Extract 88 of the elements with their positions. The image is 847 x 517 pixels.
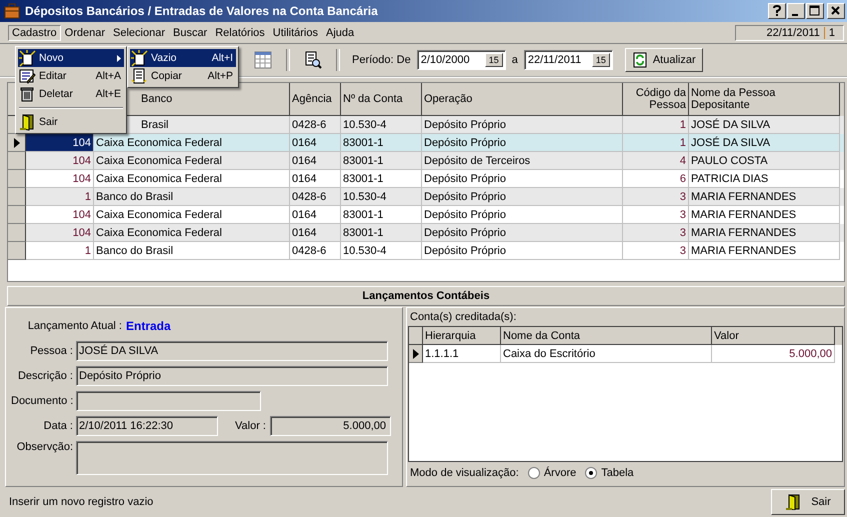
menu-item[interactable]: Selecionar xyxy=(109,24,169,40)
session-text: 1 xyxy=(828,26,835,38)
radio-button[interactable] xyxy=(585,467,598,479)
text-field[interactable] xyxy=(76,391,261,411)
period-label: Período: De xyxy=(352,54,411,66)
date-field[interactable]: 2/10/2000 15 xyxy=(416,50,506,70)
row-pointer-icon xyxy=(14,138,20,148)
table-row[interactable]: 104 Caixa Economica Federal 0164 83001-1 Depósito Próprio 3 MARIA FERNANDES xyxy=(8,224,844,242)
field-label: Documento : xyxy=(11,395,74,407)
edit-page-icon xyxy=(19,68,36,84)
sparkle-page-icon xyxy=(19,50,36,66)
briefcase-icon xyxy=(4,3,20,19)
table-cell: Caixa do Escritório xyxy=(501,345,712,363)
row-header[interactable] xyxy=(409,345,423,363)
row-header[interactable] xyxy=(8,188,26,206)
text-field[interactable]: JOSÉ DA SILVA xyxy=(76,341,388,361)
page-icon xyxy=(131,68,148,84)
menu-item[interactable]: Vazio Alt+I xyxy=(130,49,236,67)
field-label: Lançamento Atual : xyxy=(26,320,122,332)
table-cell: 10.530-4 xyxy=(341,242,422,260)
close-button[interactable] xyxy=(827,3,845,19)
radio-label[interactable]: Árvore xyxy=(544,467,576,479)
table-cell: 1 xyxy=(26,242,94,260)
table-cell: 0428-6 xyxy=(290,242,341,260)
window-title: Dépositos Bancários / Entradas de Valores na Conta Bancária xyxy=(25,4,379,18)
refresh-icon xyxy=(632,52,648,68)
menu-item[interactable]: Relatórios xyxy=(211,24,269,40)
row-header[interactable] xyxy=(8,242,26,260)
row-pointer-icon xyxy=(412,348,418,358)
date-text: 22/11/2011 xyxy=(766,26,820,38)
to-label: a xyxy=(512,54,518,66)
field-label: Pessoa : xyxy=(29,345,74,357)
exit-button[interactable]: Sair xyxy=(771,489,845,515)
sparkle-page-icon xyxy=(131,50,148,66)
column-header[interactable]: Nome da Conta xyxy=(501,327,712,345)
menu-item[interactable]: Novo xyxy=(18,49,124,67)
table-cell: 3 xyxy=(623,242,689,260)
field-label: Data : xyxy=(42,420,74,432)
maximize-button[interactable] xyxy=(806,3,824,19)
menu-item[interactable]: Ordenar xyxy=(60,24,109,40)
section-title: Lançamentos Contábeis xyxy=(7,286,845,306)
menu-item[interactable]: Cadastro xyxy=(8,24,61,40)
entry-type: Entrada xyxy=(126,319,171,333)
table-cell: Depósito Próprio xyxy=(422,242,623,260)
minimize-button[interactable] xyxy=(787,3,805,19)
table-row[interactable]: 104 Caixa Economica Federal 0164 83001-1 Depósito de Terceiros 4 PAULO COSTA xyxy=(8,152,844,170)
table-cell: 104 xyxy=(26,134,94,152)
field-label: Valor : xyxy=(234,420,267,432)
column-header[interactable]: Hierarquia xyxy=(423,327,501,345)
text-field[interactable]: 5.000,00 xyxy=(270,416,391,436)
door-icon xyxy=(785,494,802,510)
radio-label[interactable]: Tabela xyxy=(601,467,634,479)
row-header[interactable] xyxy=(8,170,26,188)
refresh-button[interactable]: Atualizar xyxy=(624,48,703,72)
radio-button[interactable] xyxy=(528,467,540,479)
column-header[interactable]: Valor xyxy=(712,327,835,345)
row-header[interactable] xyxy=(8,224,26,242)
row-header[interactable] xyxy=(8,152,26,170)
menu-item[interactable]: Copiar Alt+P xyxy=(130,67,236,85)
door-icon xyxy=(19,114,36,130)
table-row[interactable]: 1.1.1.1 Caixa do Escritório 5.000,00 xyxy=(409,345,842,363)
field-label: Observção: xyxy=(16,441,74,453)
calendar-button[interactable]: 15 xyxy=(484,53,503,67)
table-cell: MARIA FERNANDES xyxy=(689,242,840,260)
menu-item[interactable]: Buscar xyxy=(168,24,212,40)
menu-item[interactable]: Ajuda xyxy=(322,24,358,40)
field-label: Descrição : xyxy=(16,370,74,382)
text-field[interactable]: 2/10/2011 16:22:30 xyxy=(76,416,218,436)
document-search-icon xyxy=(304,51,322,69)
trash-icon xyxy=(19,86,36,102)
help-button[interactable] xyxy=(768,3,786,19)
table-row[interactable]: 104 Caixa Economica Federal 0164 83001-1 Depósito Próprio 1 JOSÉ DA SILVA xyxy=(8,134,844,152)
panel-label: Conta(s) creditada(s): xyxy=(409,310,518,325)
status-message: Inserir um novo registro vazio xyxy=(9,496,154,508)
grid-icon xyxy=(254,51,272,69)
table-row[interactable]: 1 Banco do Brasil 0428-6 10.530-4 Depósito Próprio 3 MARIA FERNANDES xyxy=(8,188,844,206)
row-header[interactable] xyxy=(8,134,26,152)
view-mode-label: Modo de visualização: xyxy=(410,467,519,479)
menu-item[interactable]: Editar Alt+A xyxy=(18,67,124,85)
table-cell: 5.000,00 xyxy=(712,345,835,363)
text-field[interactable] xyxy=(76,441,388,475)
date-field[interactable]: 22/11/2011 15 xyxy=(524,50,613,70)
table-cell: Banco do Brasil xyxy=(94,242,290,260)
calendar-button[interactable]: 15 xyxy=(592,53,610,67)
menu-item[interactable]: Utilitários xyxy=(268,24,322,40)
text-field[interactable]: Depósito Próprio xyxy=(76,366,388,386)
table-cell: 1.1.1.1 xyxy=(423,345,501,363)
row-header[interactable] xyxy=(8,206,26,224)
